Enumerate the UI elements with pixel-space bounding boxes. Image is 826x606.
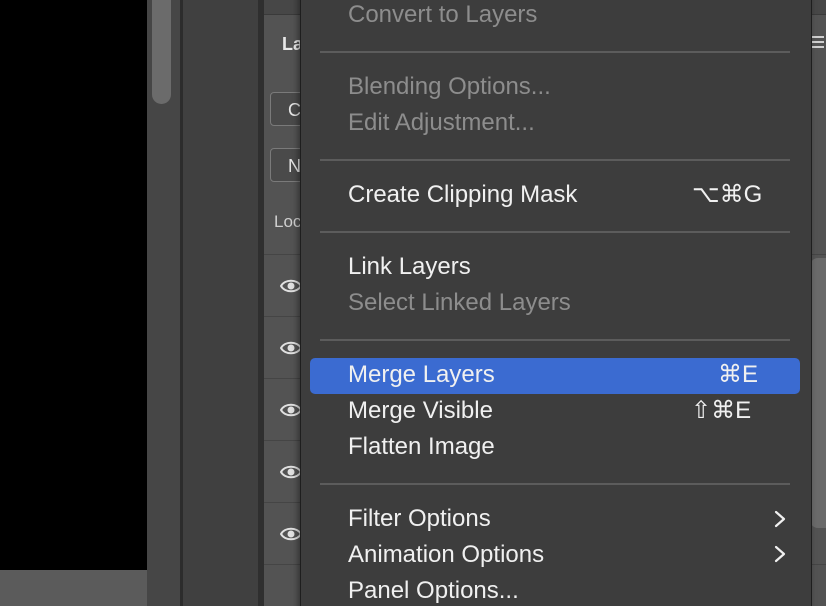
visibility-eye-icon[interactable] (280, 337, 302, 359)
chevron-right-icon (774, 545, 786, 563)
menu-separator (320, 51, 790, 53)
menu-separator (320, 231, 790, 233)
panel-menu-icon[interactable] (810, 36, 824, 52)
menu-item-filter-options[interactable]: Filter Options (348, 501, 491, 537)
visibility-eye-icon[interactable] (280, 275, 302, 297)
layers-scrollbar[interactable] (810, 258, 826, 528)
photoshop-window: La C N Loc Convert to Layers Blending Op… (0, 0, 826, 606)
menu-item-edit-adjustment: Edit Adjustment... (348, 109, 535, 136)
document-canvas[interactable] (0, 0, 147, 570)
menu-item-convert-to-layers: Convert to Layers (348, 1, 538, 28)
menu-separator (320, 339, 790, 341)
chevron-right-icon (774, 510, 786, 528)
menu-item-flatten-image[interactable]: Flatten Image (348, 429, 495, 465)
menu-item-link-layers[interactable]: Link Layers (348, 249, 471, 285)
menu-item-blending-options: Blending Options... (348, 73, 551, 100)
menu-item-select-linked-layers: Select Linked Layers (348, 289, 571, 316)
shortcut-merge-visible: ⇧⌘E (691, 397, 752, 424)
menu-item-panel-options[interactable]: Panel Options... (348, 573, 519, 606)
menu-separator (320, 483, 790, 485)
menu-item-merge-visible[interactable]: Merge Visible (348, 393, 493, 429)
menu-item-create-clipping-mask[interactable]: Create Clipping Mask (348, 177, 577, 213)
visibility-eye-icon[interactable] (280, 461, 302, 483)
horizontal-scrollbar[interactable] (0, 570, 147, 606)
menu-item-merge-layers[interactable]: Merge Layers (348, 357, 495, 393)
shortcut-merge-layers: ⌘E (718, 361, 759, 388)
visibility-eye-icon[interactable] (280, 399, 302, 421)
shortcut-create-clipping-mask: ⌥⌘G (692, 181, 763, 208)
visibility-eye-icon[interactable] (280, 523, 302, 545)
menu-separator (320, 159, 790, 161)
lock-label: Loc (274, 212, 302, 231)
canvas-scroll-thumb[interactable] (152, 0, 171, 104)
menu-item-animation-options[interactable]: Animation Options (348, 537, 544, 573)
panel-dock-gap (183, 0, 260, 606)
